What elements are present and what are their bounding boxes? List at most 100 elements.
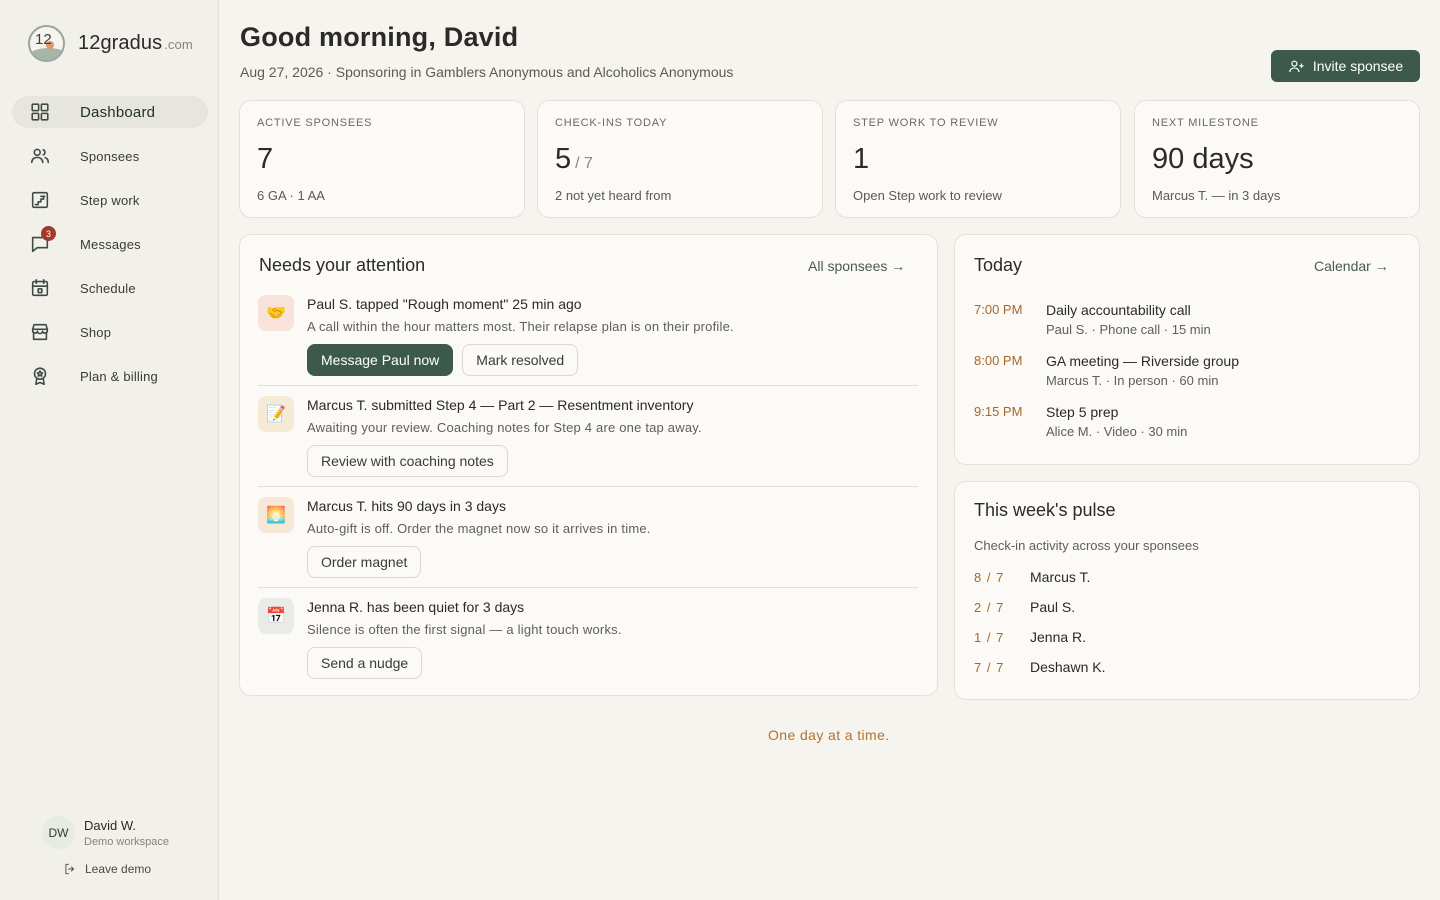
store-icon xyxy=(12,321,68,343)
stat-label: ACTIVE SPONSEES xyxy=(257,117,373,129)
brand[interactable]: 12 12gradus .com xyxy=(28,25,193,62)
nav-label: Sponsees xyxy=(80,148,140,164)
event-time: 9:15 PM xyxy=(974,404,1023,419)
logout-icon xyxy=(65,863,75,875)
stat-card-next-milestone[interactable]: NEXT MILESTONE 90 days Marcus T. — in 3 … xyxy=(1134,100,1420,218)
today-title: Today xyxy=(974,255,1023,275)
user-workspace: Demo workspace xyxy=(84,835,169,848)
pulse-name[interactable]: Marcus T. xyxy=(1030,569,1090,585)
message-paul-button[interactable]: Message Paul now xyxy=(307,344,454,376)
nav-item-sponsees[interactable]: Sponsees xyxy=(12,140,208,172)
nav-label: Step work xyxy=(80,192,140,208)
stat-value: 90 days xyxy=(1152,143,1254,175)
sunrise-icon: 🌅 xyxy=(258,497,294,533)
event-meta: Alice M. · Video · 30 min xyxy=(1046,424,1188,439)
handshake-icon: 🤝 xyxy=(258,295,294,331)
divider xyxy=(258,385,918,386)
nav-item-dashboard[interactable]: Dashboard xyxy=(12,96,208,128)
footer-quote: One day at a time. xyxy=(768,727,890,743)
stairs-icon xyxy=(12,189,68,211)
leave-demo-link[interactable]: Leave demo xyxy=(63,862,151,876)
nav-item-schedule[interactable]: Schedule xyxy=(12,272,208,304)
all-sponsees-link[interactable]: All sponsees → xyxy=(808,258,905,274)
page-title: Good morning, David xyxy=(240,22,519,52)
attention-item-title: Marcus T. hits 90 days in 3 days xyxy=(307,498,506,514)
avatar: DW xyxy=(42,816,75,849)
calendar-link[interactable]: Calendar → xyxy=(1314,258,1389,274)
event-time: 7:00 PM xyxy=(974,302,1023,317)
event-title[interactable]: Daily accountability call xyxy=(1046,302,1191,318)
today-card: Today Calendar → 7:00 PM Daily accountab… xyxy=(954,234,1420,465)
attention-title: Needs your attention xyxy=(259,255,426,275)
invite-sponsee-label: Invite sponsee xyxy=(1312,58,1404,74)
people-icon xyxy=(12,145,68,167)
calendar-icon: 📅 xyxy=(258,598,294,634)
brand-tld: .com xyxy=(164,37,193,52)
stat-label: NEXT MILESTONE xyxy=(1152,117,1259,129)
stat-card-active-sponsees[interactable]: ACTIVE SPONSEES 7 6 GA · 1 AA xyxy=(239,100,525,218)
attention-item-desc: Awaiting your review. Coaching notes for… xyxy=(307,420,702,435)
user-profile[interactable]: DW David W. Demo workspace xyxy=(42,816,169,849)
pulse-count: 2 / 7 xyxy=(974,600,1005,615)
stat-value-of: / 7 xyxy=(575,155,593,172)
add-user-icon xyxy=(1289,60,1304,72)
stat-sub: 2 not yet heard from xyxy=(555,188,672,203)
order-magnet-button[interactable]: Order magnet xyxy=(307,546,422,578)
pulse-name[interactable]: Jenna R. xyxy=(1030,629,1086,645)
stat-value: 5/ 7 xyxy=(555,143,593,175)
mark-resolved-button[interactable]: Mark resolved xyxy=(462,344,579,376)
send-nudge-button[interactable]: Send a nudge xyxy=(307,647,423,679)
pulse-subtitle: Check-in activity across your sponsees xyxy=(974,538,1199,553)
pulse-title: This week's pulse xyxy=(974,500,1116,520)
attention-item-title: Paul S. tapped "Rough moment" 25 min ago xyxy=(307,296,582,312)
sidebar: 12 12gradus .com Dashboard Sponsees Step … xyxy=(0,0,219,900)
stat-value: 1 xyxy=(853,143,870,175)
pulse-count: 1 / 7 xyxy=(974,630,1005,645)
nav-label: Plan & billing xyxy=(80,368,158,384)
nav-item-plan-billing[interactable]: Plan & billing xyxy=(12,360,208,392)
nav-item-shop[interactable]: Shop xyxy=(12,316,208,348)
stat-label: STEP WORK TO REVIEW xyxy=(853,117,999,129)
attention-card: Needs your attention All sponsees → 🤝 Pa… xyxy=(239,234,938,696)
stat-sub: Open Step work to review xyxy=(853,188,1002,203)
pulse-count: 7 / 7 xyxy=(974,660,1005,675)
memo-icon: 📝 xyxy=(258,396,294,432)
event-meta: Paul S. · Phone call · 15 min xyxy=(1046,322,1211,337)
pulse-name[interactable]: Deshawn K. xyxy=(1030,659,1105,675)
messages-badge: 3 xyxy=(41,226,56,241)
chat-icon: 3 xyxy=(12,226,68,255)
nav-item-step-work[interactable]: Step work xyxy=(12,184,208,216)
nav-label: Messages xyxy=(80,236,141,252)
invite-sponsee-button[interactable]: Invite sponsee xyxy=(1271,50,1420,82)
stat-card-check-ins[interactable]: CHECK-INS TODAY 5/ 7 2 not yet heard fro… xyxy=(537,100,823,218)
attention-item-desc: A call within the hour matters most. The… xyxy=(307,319,734,334)
nav-item-messages[interactable]: 3 Messages xyxy=(12,226,208,260)
event-title[interactable]: GA meeting — Riverside group xyxy=(1046,353,1239,369)
leave-demo-label: Leave demo xyxy=(85,862,152,876)
user-name: David W. xyxy=(84,817,137,833)
stat-label: CHECK-INS TODAY xyxy=(555,117,668,129)
stat-value: 7 xyxy=(257,143,274,175)
attention-item-desc: Silence is often the first signal — a li… xyxy=(307,622,622,637)
brand-logo-icon: 12 xyxy=(28,25,65,62)
attention-item-title: Marcus T. submitted Step 4 — Part 2 — Re… xyxy=(307,397,694,413)
divider xyxy=(258,486,918,487)
attention-item-title: Jenna R. has been quiet for 3 days xyxy=(307,599,525,615)
page-subtitle: Aug 27, 2026 · Sponsoring in Gamblers An… xyxy=(240,64,734,80)
grid-icon xyxy=(12,101,68,123)
nav-label: Dashboard xyxy=(80,103,156,121)
attention-item-desc: Auto-gift is off. Order the magnet now s… xyxy=(307,521,651,536)
review-coaching-notes-button[interactable]: Review with coaching notes xyxy=(307,445,508,477)
event-meta: Marcus T. · In person · 60 min xyxy=(1046,373,1219,388)
stat-card-step-work[interactable]: STEP WORK TO REVIEW 1 Open Step work to … xyxy=(835,100,1121,218)
pulse-card: This week's pulse Check-in activity acro… xyxy=(954,481,1420,700)
brand-name: 12gradus .com xyxy=(78,32,193,54)
stat-sub: Marcus T. — in 3 days xyxy=(1152,188,1281,203)
event-title[interactable]: Step 5 prep xyxy=(1046,404,1118,420)
pulse-name[interactable]: Paul S. xyxy=(1030,599,1075,615)
main-nav: Dashboard Sponsees Step work 3 Messages xyxy=(12,96,208,404)
divider xyxy=(258,587,918,588)
stat-sub: 6 GA · 1 AA xyxy=(257,188,325,203)
nav-label: Shop xyxy=(80,324,112,340)
event-time: 8:00 PM xyxy=(974,353,1023,368)
